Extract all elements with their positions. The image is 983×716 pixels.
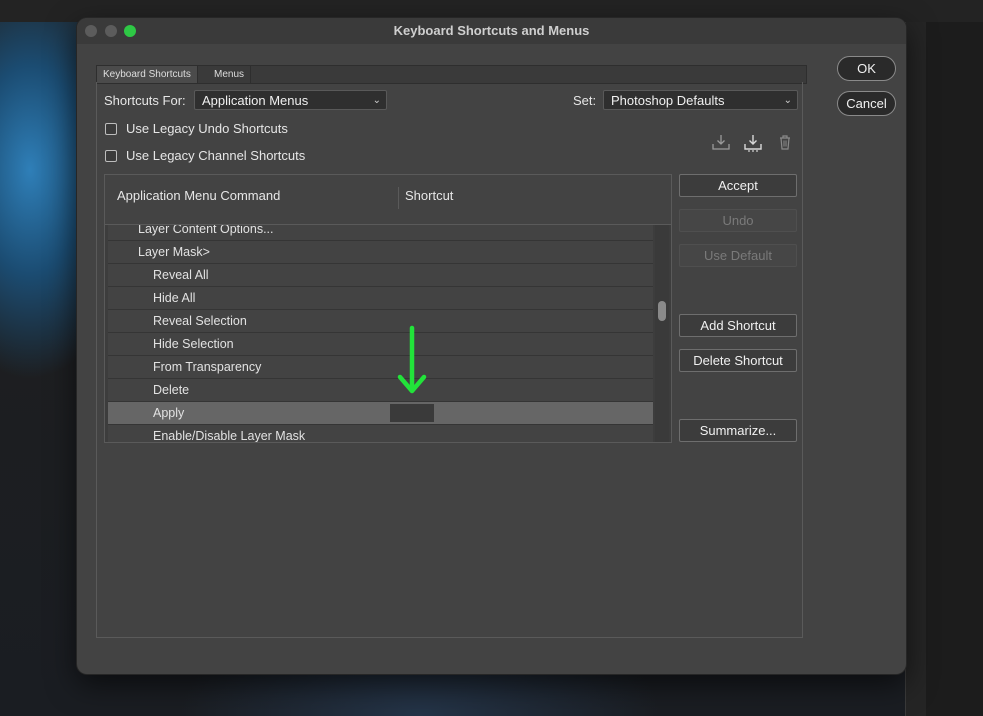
shortcuts-table-body[interactable]: Layer Content Options... Layer Mask> Rev…	[104, 224, 672, 443]
add-shortcut-button[interactable]: Add Shortcut	[679, 314, 797, 337]
undo-button[interactable]: Undo	[679, 209, 797, 232]
keyboard-shortcuts-dialog: Keyboard Shortcuts and Menus Keyboard Sh…	[77, 18, 906, 674]
command-label: Hide All	[153, 291, 196, 305]
table-row-selected[interactable]: Apply	[108, 402, 653, 425]
tab-menus[interactable]: Menus	[208, 66, 252, 83]
summarize-button[interactable]: Summarize...	[679, 419, 797, 442]
set-select[interactable]: Photoshop Defaults ⌄	[603, 90, 798, 110]
table-scrollbar[interactable]	[655, 225, 669, 442]
legacy-channel-label: Use Legacy Channel Shortcuts	[126, 148, 306, 163]
delete-shortcut-button[interactable]: Delete Shortcut	[679, 349, 797, 372]
shortcut-input[interactable]	[390, 404, 434, 422]
save-as-new-set-icon[interactable]	[743, 132, 763, 152]
shortcuts-for-value: Application Menus	[202, 93, 309, 108]
tab-keyboard-shortcuts[interactable]: Keyboard Shortcuts	[97, 66, 198, 83]
table-row[interactable]: Reveal Selection	[108, 310, 653, 333]
canvas-edge	[905, 22, 927, 716]
green-arrow-icon	[396, 325, 428, 397]
command-label: Reveal All	[153, 268, 209, 282]
command-label: Layer Mask>	[138, 245, 210, 259]
shortcuts-for-label: Shortcuts For:	[104, 93, 186, 108]
table-row[interactable]: Enable/Disable Layer Mask	[108, 425, 653, 443]
command-label: Hide Selection	[153, 337, 234, 351]
table-row[interactable]: Layer Mask>	[108, 241, 653, 264]
legacy-channel-checkbox[interactable]	[105, 150, 117, 162]
scrollbar-thumb[interactable]	[658, 301, 666, 321]
delete-set-icon[interactable]	[775, 132, 795, 152]
shortcuts-table-header: Application Menu Command Shortcut	[104, 174, 672, 225]
chevron-down-icon: ⌄	[372, 95, 381, 106]
use-default-button[interactable]: Use Default	[679, 244, 797, 267]
ok-button[interactable]: OK	[837, 56, 896, 81]
table-row[interactable]: From Transparency	[108, 356, 653, 379]
table-row[interactable]: Reveal All	[108, 264, 653, 287]
dialog-title: Keyboard Shortcuts and Menus	[393, 23, 590, 38]
table-row[interactable]: Hide All	[108, 287, 653, 310]
shortcuts-for-select[interactable]: Application Menus ⌄	[194, 90, 387, 110]
command-label: Enable/Disable Layer Mask	[153, 429, 306, 443]
command-label: Reveal Selection	[153, 314, 247, 328]
column-header-shortcut[interactable]: Shortcut	[405, 188, 453, 203]
table-row[interactable]: Layer Content Options...	[108, 224, 653, 241]
accept-button[interactable]: Accept	[679, 174, 797, 197]
app-right-panel	[926, 22, 983, 716]
command-label: Apply	[153, 406, 185, 420]
set-label: Set:	[573, 93, 597, 108]
command-label: Layer Content Options...	[138, 224, 274, 236]
set-value: Photoshop Defaults	[611, 93, 725, 108]
column-divider[interactable]	[398, 187, 399, 209]
table-row[interactable]: Delete	[108, 379, 653, 402]
command-label: Delete	[153, 383, 190, 397]
cancel-button[interactable]: Cancel	[837, 91, 896, 116]
command-label: From Transparency	[153, 360, 262, 374]
column-header-command[interactable]: Application Menu Command	[117, 188, 280, 203]
chevron-down-icon: ⌄	[783, 95, 792, 106]
table-row[interactable]: Hide Selection	[108, 333, 653, 356]
legacy-undo-checkbox[interactable]	[105, 123, 117, 135]
legacy-undo-label: Use Legacy Undo Shortcuts	[126, 121, 288, 136]
dialog-titlebar: Keyboard Shortcuts and Menus	[77, 18, 906, 44]
save-set-icon[interactable]	[711, 132, 731, 152]
